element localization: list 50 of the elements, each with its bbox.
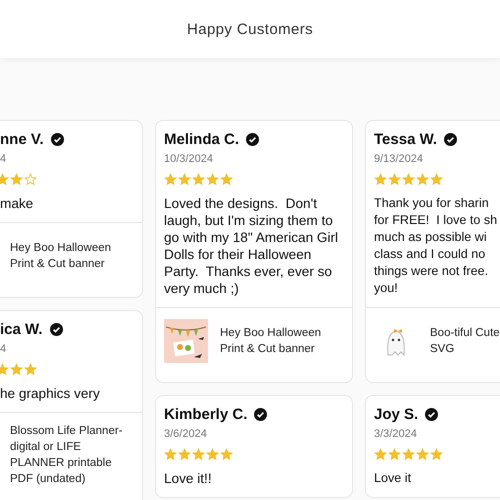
star-icon: [192, 448, 205, 461]
review-text: he graphics very: [0, 385, 101, 402]
star-icon: [192, 173, 205, 186]
review-date: 9/13/2024: [374, 153, 424, 165]
star-icon: [220, 448, 233, 461]
review-date: 10/3/2024: [164, 153, 214, 165]
reviewer-name: Joy S.: [374, 406, 418, 423]
verified-check-icon: [246, 133, 260, 146]
review-text: Love it: [374, 470, 412, 487]
star-icon: [402, 448, 415, 461]
reviewer-name: nne V.: [0, 131, 44, 148]
star-icon: [388, 448, 401, 461]
star-icon: [206, 448, 219, 461]
star-icon: [416, 448, 429, 461]
product-title[interactable]: Hey Boo Halloween Print & Cut banner: [10, 240, 132, 272]
product-title[interactable]: Boo-tiful Cute SVG: [430, 325, 500, 357]
star-icon: [178, 448, 191, 461]
review-date: 3/6/2024: [164, 428, 208, 440]
verified-check-icon: [50, 133, 64, 146]
star-icon: [374, 173, 387, 186]
review-text: Loved the designs. Don't laugh, but I'm sizing them to go with my 18" American Girl Dolls for their Halloween Party. Thanks ever, ever so very much ;): [164, 195, 340, 297]
star-icon: [402, 173, 415, 186]
review-text: Thank you for sharin for FREE! I love to sh much as possible wi class and I could no things were not free. you!: [374, 195, 498, 297]
reviewer-name: ica W.: [0, 321, 43, 338]
reviewer-name: Tessa W.: [374, 131, 438, 148]
star-icon: [430, 173, 443, 186]
verified-check-icon: [50, 323, 63, 336]
product-title[interactable]: Blossom Life Planner- digital or LIFE PLANNER printable PDF (undated): [10, 423, 132, 487]
star-icon: [374, 448, 387, 461]
star-icon: [220, 173, 233, 186]
star-icon: [416, 173, 429, 186]
verified-check-icon: [425, 408, 438, 421]
page-title: Happy Customers: [186, 20, 314, 38]
verified-check-icon: [254, 408, 268, 421]
review-text: Love it!!: [164, 470, 213, 487]
star-icon: [206, 173, 219, 186]
star-icon: [430, 448, 443, 461]
star-icon: [24, 363, 37, 376]
review-date: 4: [0, 343, 8, 355]
review-date: 3/3/2024: [374, 428, 418, 440]
verified-check-icon: [444, 133, 458, 146]
star-icon: [164, 448, 177, 461]
review-date: 4: [0, 153, 8, 165]
review-text: make: [0, 195, 34, 212]
star-icon: [388, 173, 401, 186]
reviewer-name: Melinda C.: [164, 131, 240, 148]
star-icon: [164, 173, 177, 186]
product-title[interactable]: Hey Boo Halloween Print & Cut banner: [220, 325, 342, 357]
reviewer-name: Kimberly C.: [164, 406, 248, 423]
star-icon: [178, 173, 191, 186]
